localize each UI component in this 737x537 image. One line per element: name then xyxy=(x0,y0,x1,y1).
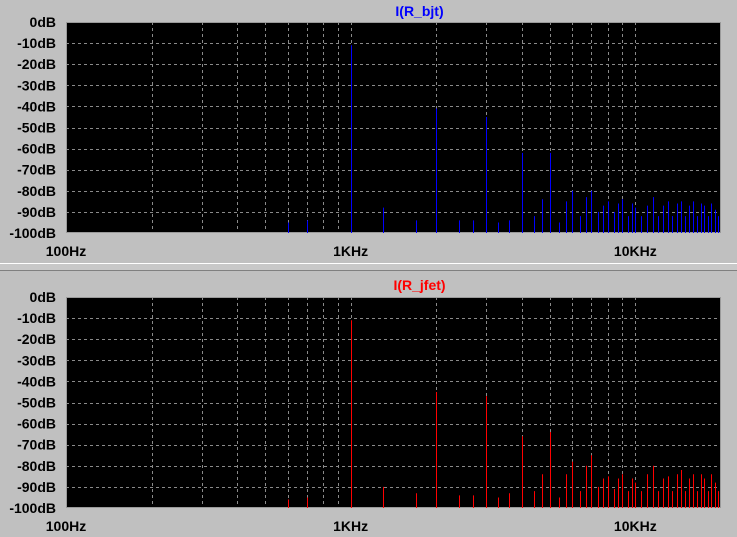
pane-splitter[interactable] xyxy=(0,263,737,271)
jfet-plot-pane[interactable]: 0dB -10dB -20dB -30dB -40dB -50dB -60dB -70dB -8… xyxy=(0,273,737,537)
x-tick-label: 100Hz xyxy=(46,518,86,534)
y-tick-label: -50dB xyxy=(17,120,56,136)
y-tick-label: -50dB xyxy=(17,395,56,411)
y-tick-label: -90dB xyxy=(17,204,56,220)
x-tick-label: 100Hz xyxy=(46,243,86,259)
y-tick-label: -30dB xyxy=(17,77,56,93)
y-tick-label: -90dB xyxy=(17,479,56,495)
x-tick-label: 10KHz xyxy=(614,518,657,534)
bjt-plot-pane[interactable]: 0dB -10dB -20dB -30dB -40dB -50dB -60dB -70dB -8… xyxy=(0,0,737,262)
y-tick-label: -70dB xyxy=(17,437,56,453)
y-tick-label: -40dB xyxy=(17,98,56,114)
y-tick-label: -100dB xyxy=(9,225,56,241)
y-tick-label: -10dB xyxy=(17,310,56,326)
jfet-spectrum-chart: 0dB -10dB -20dB -30dB -40dB -50dB -60dB -70dB -8… xyxy=(9,277,721,534)
trace-title[interactable]: I(R_jfet) xyxy=(393,277,445,293)
y-tick-label: -100dB xyxy=(9,500,56,516)
y-tick-label: -20dB xyxy=(17,331,56,347)
x-tick-label: 1KHz xyxy=(333,243,368,259)
y-tick-label: 0dB xyxy=(30,289,56,305)
x-tick-label: 10KHz xyxy=(614,243,657,259)
y-tick-label: -60dB xyxy=(17,416,56,432)
y-tick-label: 0dB xyxy=(30,14,56,30)
bjt-spectrum-chart: 0dB -10dB -20dB -30dB -40dB -50dB -60dB -70dB -8… xyxy=(9,3,721,259)
y-tick-label: -70dB xyxy=(17,162,56,178)
x-tick-label: 1KHz xyxy=(333,518,368,534)
y-tick-label: -20dB xyxy=(17,56,56,72)
trace-title[interactable]: I(R_bjt) xyxy=(395,3,443,19)
y-tick-label: -80dB xyxy=(17,458,56,474)
y-tick-label: -10dB xyxy=(17,35,56,51)
y-tick-label: -30dB xyxy=(17,352,56,368)
y-tick-label: -60dB xyxy=(17,141,56,157)
y-tick-label: -80dB xyxy=(17,183,56,199)
y-tick-label: -40dB xyxy=(17,373,56,389)
